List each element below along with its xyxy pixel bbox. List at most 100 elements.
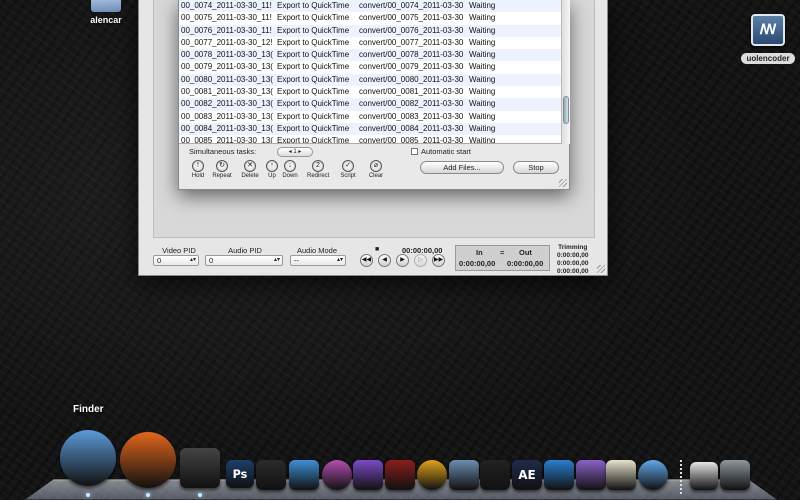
repeat-tool-button[interactable]: ↻ Repeat — [211, 160, 233, 179]
batch-row[interactable]: 00_0082_2011-03-30_13(Export to QuickTim… — [179, 98, 561, 111]
batch-controls: Simultaneous tasks: ◂ 1 ▸ Automatic star… — [179, 146, 569, 190]
hold-icon: ! — [192, 160, 204, 172]
redirect-tool-button[interactable]: 2 Redirect — [307, 160, 329, 179]
firefox-icon[interactable] — [120, 432, 176, 488]
stepper-arrows-icon: ▴▾ — [273, 257, 280, 263]
status-cell: Waiting — [469, 99, 496, 109]
final-cut-icon[interactable] — [480, 460, 510, 490]
step-forward-button[interactable]: ▷ — [414, 254, 427, 267]
action-cell: Export to QuickTime — [277, 1, 350, 10]
scrollbar-thumb[interactable] — [563, 96, 569, 124]
up-icon: ↑ — [266, 160, 278, 172]
document-icon[interactable] — [690, 462, 718, 490]
batch-row[interactable]: 00_0076_2011-03-30_11! Export to QuickTim… — [179, 24, 561, 37]
hold-tool-button[interactable]: ! Hold — [187, 160, 209, 179]
batch-row[interactable]: 00_0084_2011-03-30_13(Export to QuickTim… — [179, 122, 561, 136]
trash-icon[interactable] — [720, 460, 750, 490]
trimming-value-3: 0:00:00,00 — [557, 268, 589, 275]
batch-row[interactable]: 00_0079_2011-03-30_13(Export to QuickTim… — [179, 61, 561, 73]
stepper-up-icon: ▸ — [298, 149, 302, 155]
status-cell: Waiting — [469, 123, 496, 133]
batch-row[interactable]: 00_0083_2011-03-30_13(Export to QuickTim… — [179, 111, 561, 123]
in-timecode: 0:00:00,00 — [459, 259, 496, 268]
color-wheel-icon[interactable] — [322, 460, 352, 490]
clear-tool-button[interactable]: ⌀ Clear — [365, 160, 387, 179]
dvd-studio-icon[interactable] — [576, 460, 606, 490]
preview-icon[interactable] — [449, 460, 479, 490]
tool-label: Script — [340, 173, 356, 179]
list-scrollbar[interactable] — [561, 0, 570, 144]
automatic-start-checkbox[interactable] — [411, 148, 418, 155]
audio-mode-combo[interactable]: -- ▴▾ — [290, 255, 346, 266]
video-pid-combo[interactable]: 0 ▴▾ — [153, 255, 199, 266]
resize-grip[interactable] — [559, 179, 567, 187]
destination-cell: convert/00_0079_2011-03-30 — [359, 62, 464, 72]
automatic-start-label: Automatic start — [421, 147, 472, 156]
simultaneous-tasks-stepper[interactable]: ◂ 1 ▸ — [277, 147, 313, 157]
audio-mode-value: -- — [294, 256, 299, 265]
batch-row[interactable]: 00_0085_2011-03-30_13(Export to QuickTim… — [179, 135, 561, 144]
step-back-button[interactable]: ◀ — [378, 254, 391, 267]
action-cell: Export to QuickTime — [277, 13, 350, 23]
clapper-icon[interactable] — [180, 448, 220, 488]
play-button[interactable]: ▶ — [396, 254, 409, 267]
out-label: Out — [519, 248, 532, 257]
delete-tool-button[interactable]: ✕ Delete — [239, 160, 261, 179]
step-forward-icon: ▷ — [418, 257, 423, 263]
textedit-icon[interactable] — [606, 460, 636, 490]
status-cell: Waiting — [469, 1, 496, 10]
status-cell: Waiting — [469, 111, 496, 121]
dvd-icon[interactable] — [417, 460, 447, 490]
in-out-display: In = Out 0:00:00,00 0:00:00,00 — [455, 245, 550, 271]
motion-icon[interactable] — [353, 460, 383, 490]
script-tool-button[interactable]: ✓ Script — [337, 160, 359, 179]
batch-row[interactable]: 00_0081_2011-03-30_13(Export to QuickTim… — [179, 86, 561, 98]
down-tool-button[interactable]: ↓ Down — [279, 160, 301, 179]
add-files-button[interactable]: Add Files... — [420, 161, 504, 174]
player-controls: Video PID 0 ▴▾ Audio PID 0 ▴▾ Audio Mode -… — [139, 243, 607, 276]
batch-row[interactable]: 00_0078_2011-03-30_13(Export to QuickTim… — [179, 49, 561, 62]
simultaneous-tasks-label: Simultaneous tasks: — [189, 147, 257, 156]
tool-label: Hold — [191, 173, 205, 179]
video-pid-label: Video PID — [162, 246, 196, 255]
finder-icon[interactable] — [60, 430, 116, 486]
destination-cell: convert/00_0074_2011-03-30 — [359, 1, 464, 10]
resize-grip[interactable] — [597, 265, 605, 273]
batch-list-sheet: 00_0074_2011-03-30_11! Export to QuickTim… — [178, 0, 570, 190]
action-cell: Export to QuickTime — [277, 74, 350, 84]
batch-row[interactable]: 00_0074_2011-03-30_11! Export to QuickTim… — [179, 0, 561, 13]
in-label: In — [476, 248, 483, 257]
batch-row[interactable]: 00_0077_2011-03-30_12! Export to QuickTim… — [179, 37, 561, 49]
automatic-start-option[interactable]: Automatic start — [411, 147, 471, 156]
status-cell: Waiting — [469, 87, 496, 97]
dvd-player-icon[interactable] — [544, 460, 574, 490]
fast-forward-button[interactable]: ▶▶ — [432, 254, 445, 267]
pdf-icon[interactable] — [385, 460, 415, 490]
action-cell: Export to QuickTime — [277, 136, 350, 144]
file-name-cell: 00_0078_2011-03-30_13( — [181, 50, 273, 60]
photoshop-icon[interactable]: Ps — [226, 460, 254, 488]
desktop-icon-uolencoder[interactable]: uolencoder — [738, 14, 798, 66]
action-cell: Export to QuickTime — [277, 87, 350, 97]
after-effects-icon[interactable]: AE — [512, 460, 542, 490]
desktop-icon-alencar[interactable]: alencar — [82, 0, 130, 25]
batch-row[interactable]: 00_0080_2011-03-30_13(Export to QuickTim… — [179, 73, 561, 87]
audio-pid-combo[interactable]: 0 ▴▾ — [205, 255, 283, 266]
equals-icon: = — [500, 248, 505, 257]
status-cell: Waiting — [469, 13, 496, 23]
batch-row[interactable]: 00_0075_2011-03-30_11! Export to QuickTim… — [179, 12, 561, 24]
step-back-icon: ◀ — [382, 257, 387, 263]
batch-list[interactable]: 00_0074_2011-03-30_11! Export to QuickTim… — [179, 0, 561, 144]
filmstrip-icon[interactable] — [256, 460, 286, 490]
file-name-cell: 00_0083_2011-03-30_13( — [181, 111, 273, 121]
itunes-icon[interactable] — [638, 460, 668, 490]
status-cell: Waiting — [469, 62, 496, 72]
desktop-icon-label: uolencoder — [741, 53, 795, 64]
fast-forward-icon: ▶▶ — [433, 257, 444, 263]
folder-icon — [91, 0, 121, 12]
rewind-button[interactable]: ◀◀ — [360, 254, 373, 267]
running-indicator — [146, 493, 150, 497]
file-name-cell: 00_0077_2011-03-30_12! — [181, 37, 273, 47]
messenger-icon[interactable] — [289, 460, 319, 490]
stop-button[interactable]: Stop — [513, 161, 559, 174]
